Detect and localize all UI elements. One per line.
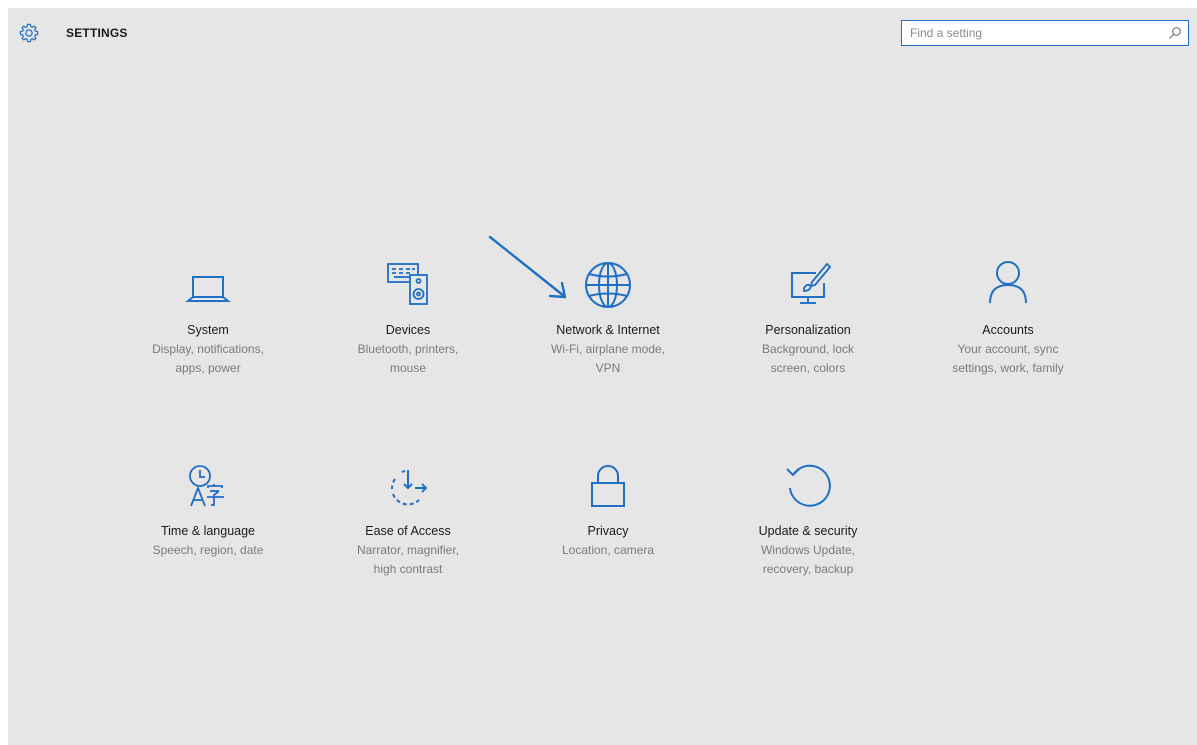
tile-devices[interactable]: Devices Bluetooth, printers, mouse (323, 260, 493, 378)
tile-description: Windows Update, recovery, backup (760, 543, 856, 576)
tile-personalization[interactable]: Personalization Background, lock screen,… (723, 260, 893, 378)
tile-name: Time & language (160, 524, 256, 538)
tile-network-internet[interactable]: Network & Internet Wi-Fi, airplane mode,… (523, 260, 693, 378)
tile-system[interactable]: System Display, notifications, apps, pow… (123, 260, 293, 378)
settings-window: SETTINGS Find a setting System Display, … (8, 8, 1197, 745)
tile-name: Personalization (765, 323, 851, 337)
tile-name: Privacy (587, 524, 629, 538)
ease-of-access-icon (382, 458, 434, 515)
gear-icon (17, 21, 41, 45)
tile-name: Devices (385, 323, 431, 337)
tile-name: Network & Internet (556, 323, 660, 337)
person-icon (982, 257, 1034, 314)
tile-description: Your account, sync settings, work, famil… (952, 342, 1064, 375)
tile-description: Narrator, magnifier, high contrast (356, 543, 460, 576)
tile-accounts[interactable]: Accounts Your account, sync settings, wo… (923, 260, 1093, 378)
tile-description: Display, notifications, apps, power (152, 342, 264, 375)
paint-monitor-icon (782, 257, 834, 314)
tile-ease-of-access[interactable]: Ease of Access Narrator, magnifier, high… (323, 461, 493, 579)
lock-icon (582, 458, 634, 515)
tile-time-language[interactable]: Time & language Speech, region, date (123, 461, 293, 560)
tile-name: Ease of Access (365, 524, 451, 538)
keyboard-speaker-icon (382, 257, 434, 314)
globe-icon (582, 257, 634, 314)
tile-description: Wi-Fi, airplane mode, VPN (550, 342, 666, 375)
tile-description: Background, lock screen, colors (761, 342, 855, 375)
tile-description: Location, camera (561, 543, 655, 557)
tile-update-security[interactable]: Update & security Windows Update, recove… (723, 461, 893, 579)
refresh-icon (782, 458, 834, 515)
title-bar: SETTINGS (8, 8, 1197, 54)
laptop-icon (182, 257, 234, 314)
app-title: SETTINGS (66, 26, 128, 40)
search-input[interactable] (902, 22, 1160, 44)
tile-privacy[interactable]: Privacy Location, camera (523, 461, 693, 560)
tile-name: Update & security (758, 524, 858, 538)
tile-name: System (187, 323, 229, 337)
search-box[interactable] (901, 20, 1189, 46)
tile-name: Accounts (982, 323, 1034, 337)
tile-description: Bluetooth, printers, mouse (357, 342, 459, 375)
clock-language-icon (182, 458, 234, 515)
tile-description: Speech, region, date (152, 543, 264, 557)
search-icon[interactable] (1168, 26, 1182, 40)
